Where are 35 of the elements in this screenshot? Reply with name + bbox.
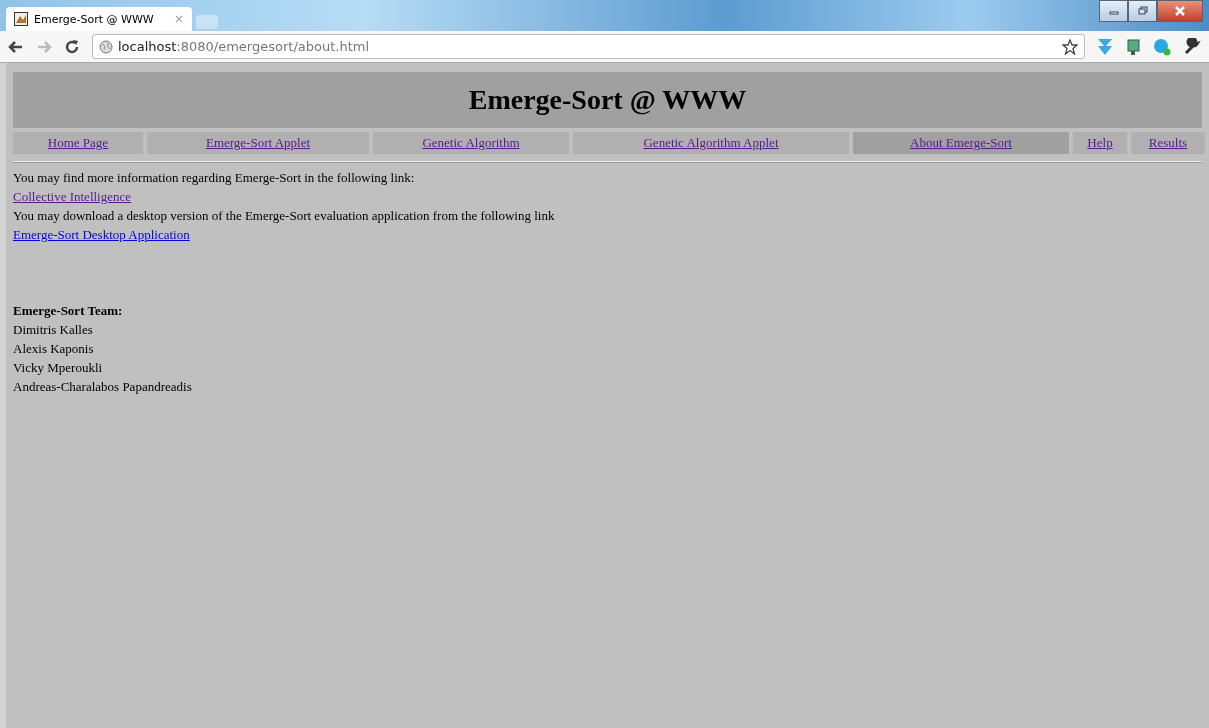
team-member: Vicky Mperoukli bbox=[13, 359, 104, 377]
info-text: You may find more information regarding Emerge-Sort in the following link: bbox=[13, 169, 416, 187]
monitor-icon[interactable] bbox=[1125, 37, 1141, 56]
nav-link[interactable]: Genetic Algorithm Applet bbox=[573, 132, 849, 154]
nav-link[interactable]: Home Page bbox=[13, 132, 143, 154]
nav-link[interactable]: Results bbox=[1131, 132, 1205, 154]
info-link[interactable]: Collective Intelligence bbox=[13, 189, 132, 204]
globe-icon bbox=[99, 39, 113, 54]
info-link[interactable]: Emerge-Sort Desktop Application bbox=[13, 227, 190, 242]
nav-link[interactable]: Genetic Algorithm bbox=[373, 132, 569, 154]
star-icon[interactable] bbox=[1062, 38, 1078, 55]
tab-close-button[interactable]: × bbox=[173, 12, 184, 26]
close-icon bbox=[1174, 6, 1186, 16]
browser-tab[interactable]: Emerge-Sort @ WWW × bbox=[6, 7, 192, 31]
reload-icon[interactable] bbox=[64, 38, 80, 55]
chat-icon[interactable] bbox=[1153, 37, 1171, 56]
minimize-button[interactable] bbox=[1099, 0, 1128, 22]
info-text: You may download a desktop version of the Emerge-Sort evaluation application from the following link bbox=[13, 207, 556, 225]
favicon-icon bbox=[14, 12, 28, 26]
team-heading: Emerge-Sort Team: bbox=[13, 302, 124, 320]
team-member: Dimitris Kalles bbox=[13, 321, 94, 339]
nav-link[interactable]: Help bbox=[1073, 132, 1127, 154]
tab-title: Emerge-Sort @ WWW bbox=[34, 12, 155, 26]
restore-button[interactable] bbox=[1128, 0, 1157, 22]
close-button[interactable] bbox=[1157, 0, 1203, 22]
nav-link[interactable]: Emerge-Sort Applet bbox=[147, 132, 369, 154]
page-title: Emerge-Sort @ WWW bbox=[468, 84, 747, 116]
url-host: localhost bbox=[118, 39, 177, 54]
team-member: Andreas-Charalabos Papandreadis bbox=[13, 378, 193, 396]
nav-link[interactable]: About Emerge-Sort bbox=[853, 132, 1069, 154]
restore-icon bbox=[1137, 6, 1148, 16]
address-bar[interactable]: localhost:8080/emergesort/about.html bbox=[92, 34, 1085, 59]
url-path: :8080/emergesort/about.html bbox=[176, 39, 371, 54]
back-icon[interactable] bbox=[8, 39, 24, 54]
team-member: Alexis Kaponis bbox=[13, 340, 95, 358]
